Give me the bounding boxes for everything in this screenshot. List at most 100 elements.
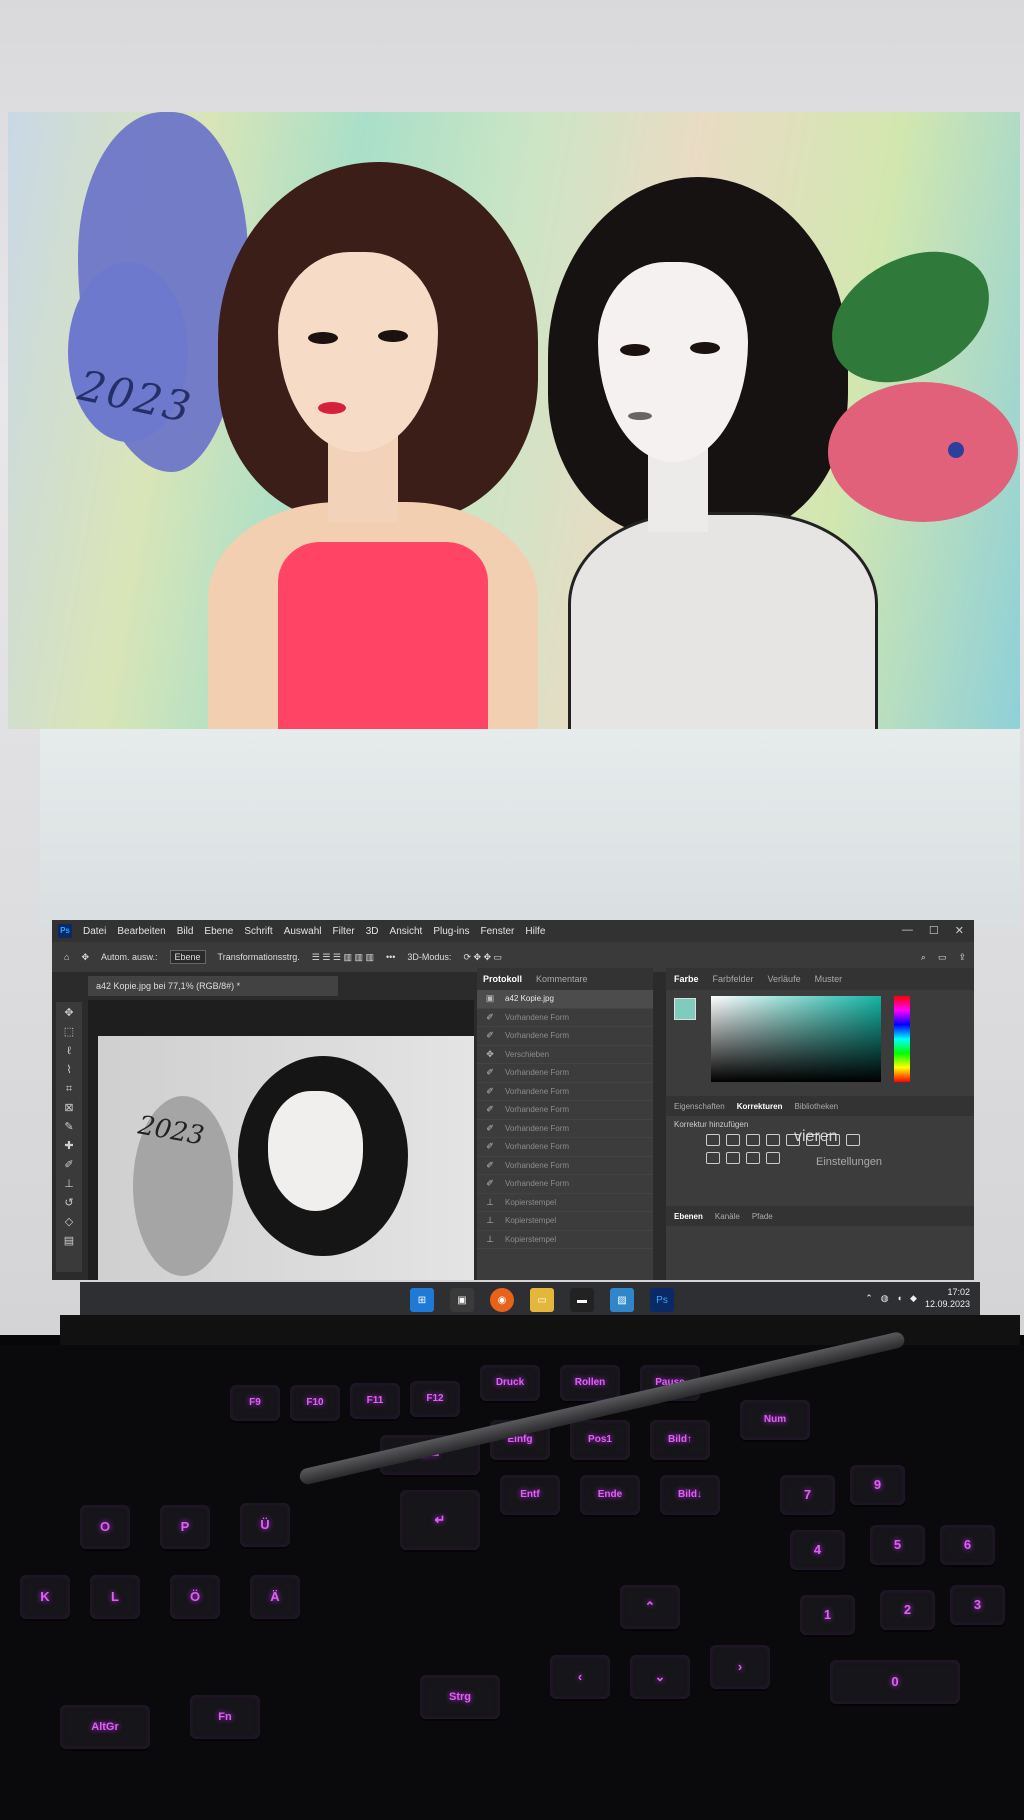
layer-select[interactable]: Ebene xyxy=(169,950,206,964)
invert-icon[interactable] xyxy=(766,1152,780,1164)
brush-tool-icon[interactable]: ✐ xyxy=(62,1158,76,1172)
document-tab[interactable]: a42 Kopie.jpg bei 77,1% (RGB/8#) * xyxy=(88,976,338,996)
photo-filter-icon[interactable] xyxy=(706,1152,720,1164)
color-field[interactable] xyxy=(711,996,881,1082)
photos-icon[interactable]: ▨ xyxy=(610,1288,634,1312)
workspace-icon[interactable]: ▭ xyxy=(938,952,947,963)
history-item[interactable]: ✐ Vorhandene Form xyxy=(477,1175,653,1194)
align-icons[interactable]: ☰ ☰ ☰ ▥ ▥ ▥ xyxy=(312,952,374,963)
quick-select-icon[interactable]: ⌇ xyxy=(62,1063,76,1077)
tab-muster[interactable]: Muster xyxy=(815,974,843,984)
exposure-icon[interactable] xyxy=(766,1134,780,1146)
search-icon[interactable]: ⌕ xyxy=(921,952,926,963)
tab-protokoll[interactable]: Protokoll xyxy=(483,974,522,984)
move-tool-icon[interactable]: ✥ xyxy=(81,952,89,963)
menu-hilfe[interactable]: Hilfe xyxy=(525,926,545,937)
history-snapshot-label: a42 Kopie.jpg xyxy=(505,994,554,1004)
crop-tool-icon[interactable]: ⌗ xyxy=(62,1082,76,1096)
marquee-tool-icon[interactable]: ⬚ xyxy=(62,1025,76,1039)
brush-icon: ✐ xyxy=(486,1178,494,1189)
tab-korrekturen[interactable]: Korrekturen xyxy=(737,1102,783,1111)
menu-ebene[interactable]: Ebene xyxy=(204,926,233,937)
firefox-icon[interactable]: ◉ xyxy=(490,1288,514,1312)
windows-start-icon[interactable]: ⊞ xyxy=(410,1288,434,1312)
maximize-icon[interactable]: ☐ xyxy=(929,924,939,937)
file-explorer-icon[interactable]: ▣ xyxy=(450,1288,474,1312)
menu-filter[interactable]: Filter xyxy=(333,926,355,937)
more-options-icon[interactable]: ••• xyxy=(386,952,395,962)
menu-fenster[interactable]: Fenster xyxy=(480,926,514,937)
tab-pfade[interactable]: Pfade xyxy=(752,1212,773,1221)
tab-kanaele[interactable]: Kanäle xyxy=(715,1212,740,1221)
key-num-2: 2 xyxy=(880,1590,935,1630)
menu-datei[interactable]: Datei xyxy=(83,926,106,937)
taskbar-apps: ⊞ ▣ ◉ ▭ ▬ ▨ Ps xyxy=(410,1288,674,1312)
tab-farbfelder[interactable]: Farbfelder xyxy=(713,974,754,984)
tab-farbe[interactable]: Farbe xyxy=(674,974,699,984)
curves-icon[interactable] xyxy=(746,1134,760,1146)
tab-kommentare[interactable]: Kommentare xyxy=(536,974,588,984)
history-item[interactable]: ✐ Vorhandene Form xyxy=(477,1027,653,1046)
lasso-tool-icon[interactable]: ℓ xyxy=(62,1044,76,1058)
transform-controls-checkbox[interactable]: Transformationsstrg. xyxy=(218,952,300,962)
history-item[interactable]: ✐ Vorhandene Form xyxy=(477,1157,653,1175)
history-item[interactable]: ⊥ Kopierstempel xyxy=(477,1194,653,1212)
close-icon[interactable]: ✕ xyxy=(955,924,964,937)
menu-schrift[interactable]: Schrift xyxy=(244,926,272,937)
channel-mixer-icon[interactable] xyxy=(726,1152,740,1164)
chevron-up-icon[interactable]: ⌃ xyxy=(865,1293,873,1304)
menu-3d[interactable]: 3D xyxy=(366,926,379,937)
menu-auswahl[interactable]: Auswahl xyxy=(284,926,322,937)
document-canvas[interactable]: 2023 xyxy=(88,1000,474,1280)
autoselect-checkbox[interactable]: Autom. ausw.: xyxy=(101,952,158,962)
tab-verlaeufe[interactable]: Verläufe xyxy=(768,974,801,984)
tab-bibliotheken[interactable]: Bibliotheken xyxy=(795,1102,839,1111)
eyedropper-icon[interactable]: ✎ xyxy=(62,1120,76,1134)
foreground-color-swatch[interactable] xyxy=(674,998,696,1020)
history-item[interactable]: ✐ Vorhandene Form xyxy=(477,1083,653,1101)
history-snapshot[interactable]: ▣ a42 Kopie.jpg xyxy=(477,990,653,1009)
frame-tool-icon[interactable]: ⊠ xyxy=(62,1101,76,1115)
move-tool-icon[interactable]: ✥ xyxy=(62,1006,76,1020)
share-icon[interactable]: ⇪ xyxy=(958,952,966,963)
hue-slider[interactable] xyxy=(894,996,910,1082)
eraser-icon[interactable]: ◇ xyxy=(62,1215,76,1229)
history-brush-icon[interactable]: ↺ xyxy=(62,1196,76,1210)
chat-icon[interactable]: ◆ xyxy=(910,1293,917,1304)
history-item[interactable]: ⊥ Kopierstempel xyxy=(477,1231,653,1249)
network-icon[interactable]: ◍ xyxy=(881,1293,889,1304)
history-item[interactable]: ✐ Vorhandene Form xyxy=(477,1120,653,1138)
girl-right-shoulders xyxy=(568,512,878,729)
clone-stamp-icon[interactable]: ⊥ xyxy=(62,1177,76,1191)
home-icon[interactable]: ⌂ xyxy=(64,952,69,962)
photoshop-logo-icon[interactable]: Ps xyxy=(58,924,72,938)
history-item-label: Vorhandene Form xyxy=(505,1086,570,1096)
canvas-girl-face xyxy=(268,1091,363,1211)
black-white-icon[interactable] xyxy=(846,1134,860,1146)
history-item[interactable]: ⊥ Kopierstempel xyxy=(477,1212,653,1231)
history-item[interactable]: ✐ Vorhandene Form xyxy=(477,1101,653,1120)
brightness-icon[interactable] xyxy=(706,1134,720,1146)
levels-icon[interactable] xyxy=(726,1134,740,1146)
terminal-icon[interactable]: ▬ xyxy=(570,1288,594,1312)
key-o: O xyxy=(80,1505,130,1549)
menu-plugins[interactable]: Plug-ins xyxy=(433,926,469,937)
photoshop-taskbar-icon[interactable]: Ps xyxy=(650,1288,674,1312)
clock[interactable]: 17:02 12.09.2023 xyxy=(925,1286,970,1310)
3d-tools-icons[interactable]: ⟳ ✥ ✥ ▭ xyxy=(463,952,502,963)
healing-brush-icon[interactable]: ✚ xyxy=(62,1139,76,1153)
volume-icon[interactable]: ◖ xyxy=(897,1293,902,1303)
menu-bearbeiten[interactable]: Bearbeiten xyxy=(117,926,165,937)
history-item[interactable]: ✐ Vorhandene Form xyxy=(477,1009,653,1027)
history-item[interactable]: ✐ Vorhandene Form xyxy=(477,1064,653,1083)
color-lookup-icon[interactable] xyxy=(746,1152,760,1164)
history-item[interactable]: ✐ Vorhandene Form xyxy=(477,1138,653,1157)
history-item[interactable]: ✥ Verschieben xyxy=(477,1046,653,1064)
minimize-icon[interactable]: — xyxy=(902,924,913,937)
folder-icon[interactable]: ▭ xyxy=(530,1288,554,1312)
menu-bild[interactable]: Bild xyxy=(177,926,194,937)
tab-eigenschaften[interactable]: Eigenschaften xyxy=(674,1102,725,1111)
menu-ansicht[interactable]: Ansicht xyxy=(390,926,423,937)
tab-ebenen[interactable]: Ebenen xyxy=(674,1212,703,1221)
gradient-tool-icon[interactable]: ▤ xyxy=(62,1234,76,1248)
